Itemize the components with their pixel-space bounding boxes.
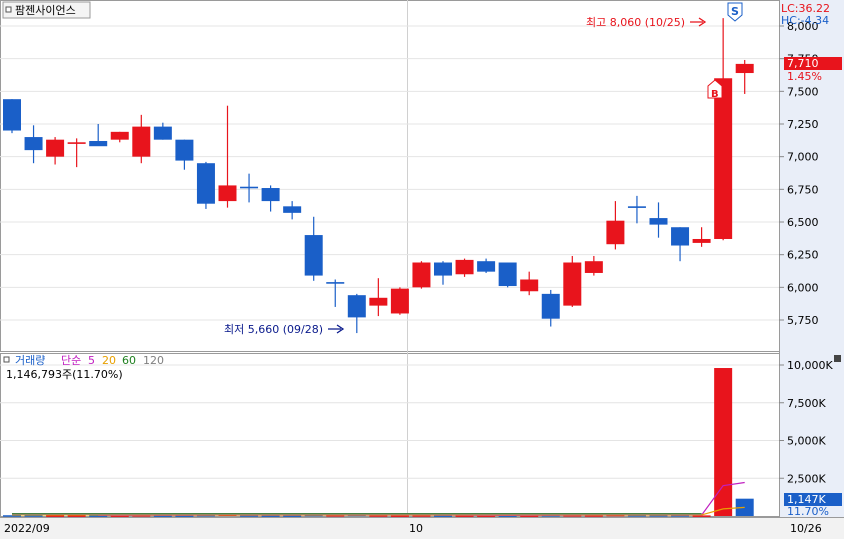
candle-body [563, 262, 582, 306]
ma5-period: 5 [88, 354, 95, 367]
candle-body [196, 163, 215, 204]
candle-body [671, 227, 690, 246]
candle-body [89, 140, 108, 147]
candle-body [304, 235, 323, 276]
price-panel-frame [0, 0, 780, 352]
candle-body [347, 295, 366, 318]
volume-panel-close-icon[interactable] [834, 355, 841, 362]
candle-body [240, 186, 259, 189]
candle-body [132, 126, 151, 157]
volume-tick-label: 5,000K [787, 435, 826, 448]
candle-body [24, 137, 43, 151]
candle-body [584, 261, 603, 273]
volume-bar [67, 515, 86, 517]
ma60-period: 60 [122, 354, 136, 367]
candle-body [606, 220, 625, 245]
last-volume-ratio: 11.70% [787, 505, 829, 518]
ma120-period: 120 [143, 354, 164, 367]
candle-body [46, 139, 65, 157]
candle-body [153, 126, 172, 140]
hc-value: HC:-4.34 [781, 14, 829, 27]
volume-legend-simple: 단순 [61, 354, 81, 367]
volume-tick-label: 2,500K [787, 472, 826, 485]
price-tick-label: 7,000 [787, 151, 819, 164]
last-price: 7,710 [787, 57, 819, 70]
candle-body [541, 293, 560, 319]
candle-body [455, 259, 474, 275]
candle-body [261, 188, 280, 202]
sell-signal-label: S [731, 5, 739, 18]
last-change: 1.45% [787, 70, 822, 83]
price-tick-label: 7,500 [787, 85, 819, 98]
candle-body [477, 261, 496, 272]
volume-legend-label: 거래량 [15, 354, 45, 367]
candle-body [67, 142, 86, 144]
chart-window: 5,750 6,000 6,250 6,500 6,750 7,000 7,250 7,500… [0, 0, 844, 539]
candle-body [3, 99, 21, 131]
ma20-period: 20 [102, 354, 116, 367]
candle-body [218, 185, 237, 202]
candle-body [369, 297, 388, 306]
title-checkbox-icon[interactable] [5, 6, 12, 13]
high-annotation: 최고 8,060 (10/25) [586, 16, 685, 29]
volume-bar [46, 515, 65, 517]
volume-tick-label: 7,500K [787, 397, 826, 410]
volume-checkbox-icon[interactable] [3, 356, 10, 363]
candle-body [498, 262, 517, 287]
x-label-start: 2022/09 [4, 522, 50, 535]
candle-body [175, 139, 194, 161]
price-tick-label: 6,000 [787, 281, 819, 294]
x-label-october: 10 [409, 522, 423, 535]
candle-body [627, 206, 646, 208]
buy-signal-label: B [711, 89, 719, 100]
candle-body [714, 78, 733, 239]
low-annotation: 최저 5,660 (09/28) [224, 323, 323, 336]
candle-body [390, 288, 409, 314]
candle-body [110, 131, 129, 140]
price-tick-label: 6,750 [787, 183, 819, 196]
price-tick-label: 7,250 [787, 118, 819, 131]
candle-body [692, 238, 711, 243]
volume-tick-label: 10,000K [787, 359, 833, 372]
candle-body [283, 206, 302, 213]
price-tick-label: 6,500 [787, 216, 819, 229]
stock-title: 팜젠사이언스 [15, 4, 76, 17]
stock-chart: 5,750 6,000 6,250 6,500 6,750 7,000 7,250 7,500… [0, 0, 844, 539]
candle-body [649, 218, 668, 225]
candle-body [735, 63, 754, 74]
volume-info: 1,146,793주(11.70%) [6, 368, 123, 381]
candle-body [326, 282, 345, 284]
x-label-last-date: 10/26 [790, 522, 822, 535]
candle-body [412, 262, 431, 288]
price-tick-label: 5,750 [787, 314, 819, 327]
candle-body [434, 262, 452, 276]
candle-body [520, 279, 539, 292]
price-tick-label: 6,250 [787, 249, 819, 262]
